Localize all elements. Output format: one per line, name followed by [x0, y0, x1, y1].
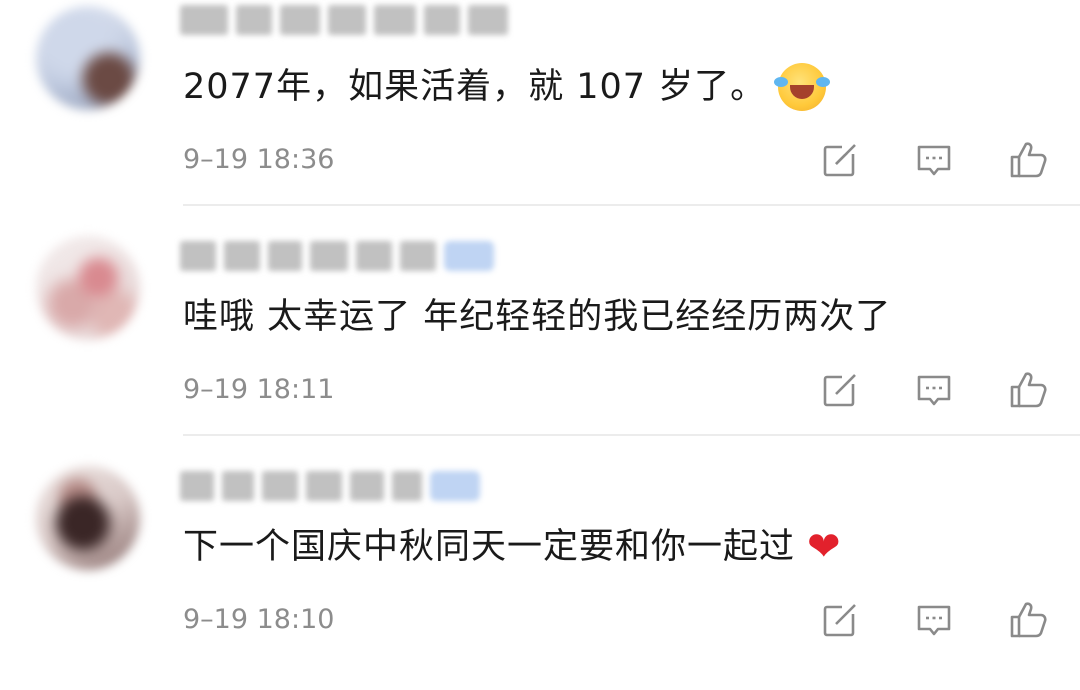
- comment-timestamp: 9–19 18:36: [183, 144, 335, 175]
- heart-emoji-icon: ❤: [807, 524, 842, 570]
- comment-text-row: 下一个国庆中秋同天一定要和你一起过 ❤: [183, 522, 842, 572]
- comment-text: 2077年，如果活着，就 107 岁了。: [183, 67, 767, 107]
- comment-text-row: 哇哦 太幸运了 年纪轻轻的我已经经历两次了: [183, 292, 891, 342]
- comment-icon: [917, 145, 951, 176]
- laughing-emoji-icon: [774, 63, 827, 111]
- comment-icon: [917, 375, 951, 406]
- comment-actions: [820, 368, 1048, 412]
- reply-button[interactable]: [914, 600, 954, 640]
- comment-item: 2077年，如果活着，就 107 岁了。 9–19 18:36: [0, 0, 1080, 230]
- thumbs-up-icon: [1010, 602, 1047, 638]
- comment-actions: [820, 598, 1048, 642]
- avatar[interactable]: [36, 6, 140, 110]
- thumbs-up-icon: [1010, 372, 1047, 408]
- share-button[interactable]: [820, 370, 860, 410]
- verified-badge: [444, 241, 494, 271]
- reply-button[interactable]: [914, 140, 954, 180]
- like-button[interactable]: [1008, 600, 1048, 640]
- username-blurred[interactable]: [180, 236, 494, 276]
- comment-item: 下一个国庆中秋同天一定要和你一起过 ❤ 9–19 18:10: [0, 460, 1080, 690]
- comment-icon: [917, 605, 951, 636]
- share-icon: [823, 604, 856, 637]
- share-icon: [823, 374, 856, 407]
- avatar[interactable]: [36, 466, 140, 570]
- username-blurred[interactable]: [180, 466, 480, 506]
- share-button[interactable]: [820, 600, 860, 640]
- like-button[interactable]: [1008, 370, 1048, 410]
- comment-item: 哇哦 太幸运了 年纪轻轻的我已经经历两次了 9–19 18:11: [0, 230, 1080, 460]
- comment-text: 哇哦 太幸运了 年纪轻轻的我已经经历两次了: [183, 297, 892, 337]
- reply-button[interactable]: [914, 370, 954, 410]
- thumbs-up-icon: [1010, 142, 1047, 178]
- comment-timestamp: 9–19 18:11: [183, 374, 335, 405]
- comment-actions: [820, 138, 1048, 182]
- comment-text-row: 2077年，如果活着，就 107 岁了。: [183, 62, 827, 112]
- divider: [183, 434, 1080, 436]
- divider: [183, 204, 1080, 206]
- comment-timestamp: 9–19 18:10: [183, 604, 335, 635]
- username-blurred[interactable]: [180, 0, 508, 40]
- avatar[interactable]: [36, 236, 140, 340]
- like-button[interactable]: [1008, 140, 1048, 180]
- share-button[interactable]: [820, 140, 860, 180]
- comment-text: 下一个国庆中秋同天一定要和你一起过: [183, 527, 796, 567]
- share-icon: [823, 144, 856, 177]
- verified-badge: [430, 471, 480, 501]
